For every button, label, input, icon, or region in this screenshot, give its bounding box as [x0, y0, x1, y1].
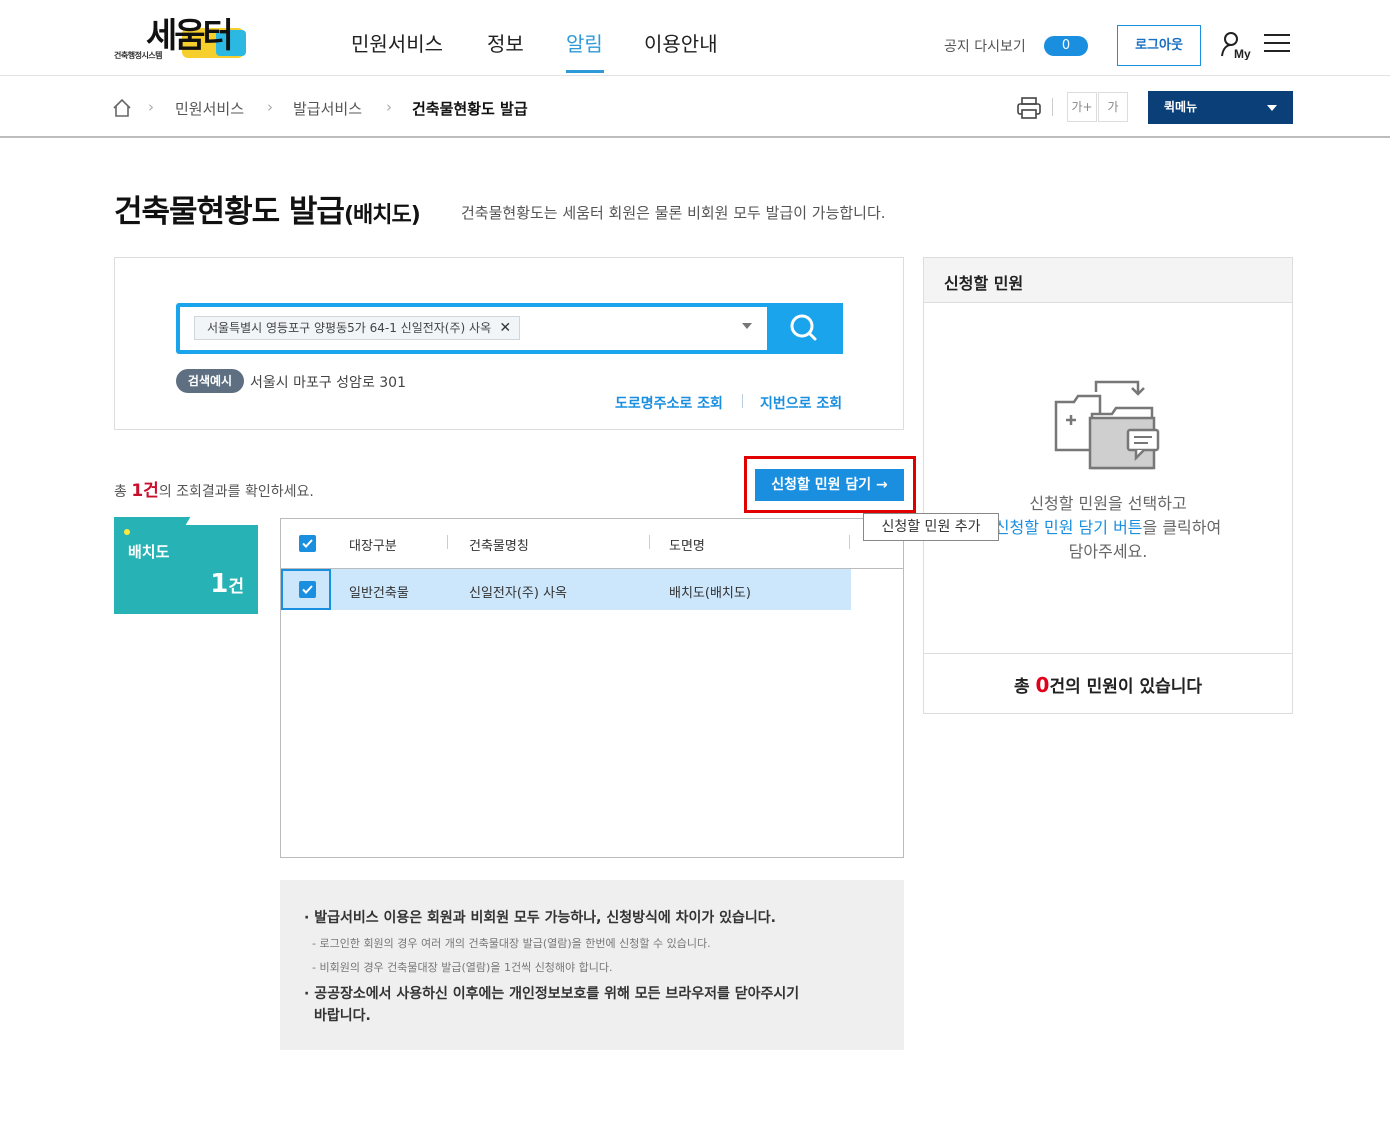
column-divider: [849, 535, 850, 549]
cart-panel-title: 신청할 민원: [944, 274, 1024, 293]
notice-count-badge[interactable]: 0: [1044, 36, 1088, 56]
cart-total-count: 0: [1035, 673, 1050, 697]
close-icon[interactable]: ✕: [499, 317, 511, 339]
dropdown-caret-icon[interactable]: [742, 323, 752, 329]
hamburger-menu-icon[interactable]: [1264, 34, 1290, 54]
tab-count-value: 1: [210, 569, 229, 599]
search-example-badge: 검색예시: [176, 369, 244, 393]
cart-total-prefix: 총: [1013, 677, 1036, 697]
column-divider: [447, 535, 448, 549]
site-header: 세움터 건축행정시스템 민원서비스 정보 알림 이용안내 공지 다시보기 0 로…: [0, 0, 1390, 76]
cart-total-suffix: 건의 민원이 있습니다: [1049, 677, 1203, 697]
divider: [742, 394, 743, 408]
divider: [1052, 98, 1053, 116]
cart-empty-msg-highlight: 신청할 민원 담기 버튼: [994, 518, 1143, 537]
row-checkbox-cell[interactable]: [281, 569, 331, 610]
font-size-decrease-button[interactable]: 가: [1098, 92, 1128, 122]
search-icon: [790, 314, 817, 341]
search-button[interactable]: [767, 303, 843, 354]
breadcrumb-item[interactable]: 민원서비스: [175, 98, 244, 119]
cart-empty-msg-rest: 을 클릭하여: [1142, 518, 1222, 537]
breadcrumb-item[interactable]: 발급서비스: [293, 98, 362, 119]
breadcrumb-separator: ›: [386, 98, 392, 116]
column-divider: [649, 535, 650, 549]
logo-subtext: 건축행정시스템: [114, 51, 163, 60]
font-size-increase-button[interactable]: 가+: [1067, 92, 1097, 122]
column-header-type: 대장구분: [349, 539, 397, 554]
notice-sub-1: - 로그인한 회원의 경우 여러 개의 건축물대장 발급(열람)을 한번에 신청…: [312, 937, 711, 950]
tab-count-unit: 건: [228, 577, 244, 597]
chevron-down-icon: [1267, 105, 1277, 111]
result-count-prefix: 총: [114, 484, 132, 500]
result-count-value: 1건: [131, 481, 159, 501]
table-row[interactable]: 일반건축물 신일전자(주) 사옥 배치도(배치도): [281, 569, 851, 610]
cell-drawing-name: 배치도(배치도): [669, 586, 751, 601]
add-to-cart-button[interactable]: 신청할 민원 담기 →: [755, 469, 904, 501]
notice-sub-2: - 비회원의 경우 건축물대장 발급(열람)을 1건씩 신청해야 합니다.: [312, 961, 613, 974]
cart-empty-msg-line1: 신청할 민원을 선택하고: [1029, 494, 1187, 513]
home-icon[interactable]: [112, 98, 132, 118]
nav-item-notice[interactable]: 알림: [566, 28, 603, 57]
selected-address-text: 서울특별시 영등포구 양평동5가 64-1 신일전자(주) 사옥: [207, 321, 492, 335]
page-title-main: 건축물현황도 발급: [114, 194, 345, 230]
checkbox-checked-icon: [302, 585, 313, 594]
breadcrumb-current: 건축물현황도 발급: [412, 100, 528, 118]
table-header: 대장구분 건축물명칭 도면명: [281, 519, 903, 569]
row-checkbox[interactable]: [299, 581, 316, 598]
notice-main-1: · 발급서비스 이용은 회원과 비회원 모두 가능하나, 신청방식에 차이가 있…: [304, 910, 776, 926]
cart-panel-header: 신청할 민원: [924, 258, 1292, 303]
site-logo[interactable]: 세움터 건축행정시스템: [112, 14, 252, 64]
checkbox-checked-icon: [302, 539, 313, 548]
page-title: 건축물현황도 발급(배치도): [114, 186, 421, 231]
tab-notch: [184, 517, 258, 525]
notice-box: · 발급서비스 이용은 회원과 비회원 모두 가능하나, 신청방식에 차이가 있…: [280, 880, 904, 1050]
notice-replay-label[interactable]: 공지 다시보기: [944, 36, 1026, 56]
search-example-text: 서울시 마포구 성암로 301: [250, 375, 406, 391]
tab-active-dot: [124, 529, 130, 535]
breadcrumb-separator: ›: [148, 98, 154, 116]
cart-panel: 신청할 민원 신청할 민원을 선택하고 신청할 민원 담기 버튼을 클릭하여 담…: [923, 257, 1293, 714]
result-count-text: 총 1건의 조회결과를 확인하세요.: [114, 476, 314, 501]
print-icon[interactable]: [1016, 96, 1042, 120]
nav-item-guide[interactable]: 이용안내: [644, 28, 718, 57]
result-table: 대장구분 건축물명칭 도면명 일반건축물 신일전자(주) 사옥 배치도(배치도): [280, 518, 904, 858]
logout-button[interactable]: 로그아웃: [1117, 25, 1201, 66]
tab-label: 배치도: [128, 543, 170, 561]
notice-main-2-cont: 바랍니다.: [314, 1008, 371, 1024]
column-header-drawing-name: 도면명: [669, 539, 705, 554]
add-button-tooltip: 신청할 민원 추가: [863, 513, 999, 541]
cart-panel-footer: 총 0건의 민원이 있습니다: [924, 653, 1292, 713]
selected-address-tag: 서울특별시 영등포구 양평동5가 64-1 신일전자(주) 사옥 ✕: [194, 316, 521, 340]
column-header-building-name: 건축물명칭: [469, 539, 529, 554]
select-all-checkbox[interactable]: [299, 535, 316, 552]
my-user-icon[interactable]: My: [1220, 30, 1256, 61]
tab-count: 1건: [210, 569, 244, 599]
result-count-suffix: 의 조회결과를 확인하세요.: [158, 484, 314, 500]
address-search-field[interactable]: 서울특별시 영등포구 양평동5가 64-1 신일전자(주) 사옥 ✕: [176, 303, 843, 354]
cart-empty-msg-line3: 담아주세요.: [1068, 542, 1148, 561]
folder-transfer-icon: [1052, 374, 1164, 474]
cart-total-text: 총 0건의 민원이 있습니다: [924, 672, 1292, 697]
quick-menu-label: 퀵메뉴: [1164, 100, 1198, 114]
page-description: 건축물현황도는 세움터 회원은 물론 비회원 모두 발급이 가능합니다.: [461, 204, 886, 222]
quick-menu-button[interactable]: 퀵메뉴: [1148, 91, 1293, 124]
cell-building-name: 신일전자(주) 사옥: [469, 586, 567, 601]
tab-site-plan[interactable]: 배치도 1건: [114, 517, 258, 614]
nav-item-info[interactable]: 정보: [487, 28, 524, 57]
nav-item-civil-service[interactable]: 민원서비스: [351, 28, 443, 57]
active-nav-indicator: [566, 70, 604, 73]
my-label: My: [1234, 47, 1251, 60]
page-title-suffix: (배치도): [343, 203, 421, 228]
cell-type: 일반건축물: [349, 586, 409, 601]
jibun-search-link[interactable]: 지번으로 조회: [760, 393, 842, 413]
road-address-search-link[interactable]: 도로명주소로 조회: [615, 393, 723, 413]
breadcrumb-separator: ›: [267, 98, 273, 116]
notice-main-2: · 공공장소에서 사용하신 이후에는 개인정보보호를 위해 모든 브라우저를 닫…: [304, 986, 800, 1002]
breadcrumb-bar: › 민원서비스 › 발급서비스 › 건축물현황도 발급 가+ 가 퀵메뉴: [0, 76, 1390, 138]
